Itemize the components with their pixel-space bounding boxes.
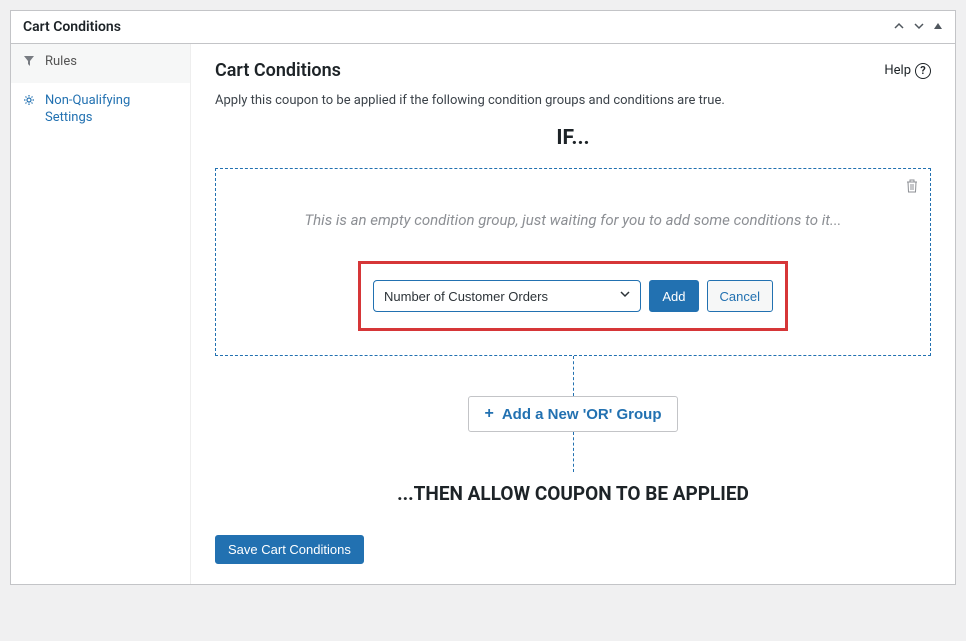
trash-icon[interactable] [906,179,918,197]
panel-title: Cart Conditions [23,19,121,35]
main-title: Cart Conditions [215,60,341,81]
gear-icon [23,94,37,112]
then-label: ...THEN ALLOW COUPON TO BE APPLIED [215,482,931,505]
cart-conditions-panel: Cart Conditions Rules [10,10,956,585]
panel-header-controls [893,20,943,35]
main-content: Cart Conditions Help ? Apply this coupon… [191,44,955,584]
panel-body: Rules Non-Qualifying Settings Cart Condi… [11,44,955,584]
help-label: Help [884,63,911,78]
panel-header: Cart Conditions [11,11,955,44]
help-icon: ? [915,63,931,79]
chevron-down-icon[interactable] [913,20,925,35]
connector-line [573,356,574,396]
help-link[interactable]: Help ? [884,63,931,79]
chevron-up-icon[interactable] [893,20,905,35]
condition-type-select[interactable]: Number of Customer Orders [373,280,641,312]
condition-group: This is an empty condition group, just w… [215,168,931,356]
empty-group-message: This is an empty condition group, just w… [232,211,914,229]
plus-icon: + [485,405,494,423]
add-condition-highlight: Number of Customer Orders Add Cancel [358,261,788,331]
funnel-icon [23,55,37,73]
sidebar-item-rules[interactable]: Rules [11,44,190,83]
sidebar-item-label: Non-Qualifying Settings [45,93,178,127]
sidebar-item-label: Rules [45,54,77,71]
sidebar: Rules Non-Qualifying Settings [11,44,191,584]
connector-line [573,432,574,472]
footer: Save Cart Conditions [215,511,931,564]
if-label: IF... [215,126,931,150]
add-button[interactable]: Add [649,280,698,312]
description-text: Apply this coupon to be applied if the f… [215,93,931,108]
add-or-group-button[interactable]: + Add a New 'OR' Group [468,396,679,432]
collapse-triangle-icon[interactable] [933,20,943,34]
condition-select-wrap: Number of Customer Orders [373,280,641,312]
main-header: Cart Conditions Help ? [215,60,931,81]
cancel-button[interactable]: Cancel [707,280,773,312]
sidebar-item-non-qualifying[interactable]: Non-Qualifying Settings [11,83,190,137]
add-group-label: Add a New 'OR' Group [502,406,662,423]
save-button[interactable]: Save Cart Conditions [215,535,364,564]
